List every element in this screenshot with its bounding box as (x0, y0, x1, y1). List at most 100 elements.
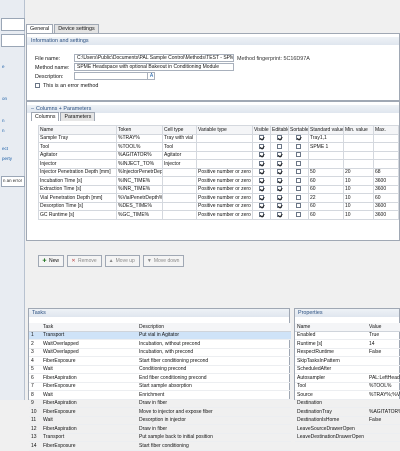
task-name-cell[interactable]: Transport (41, 433, 137, 442)
variable-type-cell[interactable]: Positive number or zero (196, 167, 253, 177)
editable-checkbox[interactable] (277, 177, 282, 183)
editable-checkbox[interactable] (277, 160, 282, 166)
cell-type-cell[interactable]: Tray with vial (162, 133, 197, 143)
table-row[interactable]: Vial Penetration Depth [mm] %VialPenetrDe… (38, 193, 399, 203)
move-down-button[interactable]: ▼ Move down (142, 255, 185, 267)
max-value-cell[interactable]: 3600 (373, 176, 399, 186)
max-value-cell[interactable] (373, 142, 399, 152)
cell-type-cell[interactable] (162, 167, 197, 177)
sortable-checkbox[interactable] (296, 169, 301, 175)
table-row[interactable]: Runtime [s] 14 (295, 339, 400, 349)
sortable-checkbox[interactable] (296, 203, 301, 209)
file-name-field[interactable]: C:\Users\Public\Documents\PAL Sample Con… (74, 54, 234, 62)
variable-type-cell[interactable] (196, 159, 253, 169)
property-value-cell[interactable]: %TOOL% (367, 382, 400, 391)
task-name-cell[interactable]: FiberExposure (41, 407, 137, 417)
sortable-checkbox[interactable] (296, 135, 301, 141)
task-name-cell[interactable]: FiberAspiration (41, 399, 137, 408)
table-row[interactable]: LeaveDestinationDrawerOpen (295, 433, 400, 442)
visible-checkbox[interactable] (259, 160, 264, 166)
standard-value-cell[interactable] (308, 159, 344, 169)
cell-type-cell[interactable] (162, 184, 197, 194)
sortable-checkbox[interactable] (296, 194, 301, 200)
task-name-cell[interactable]: WaitOverlapped (41, 348, 137, 357)
variable-type-cell[interactable]: Positive number or zero (196, 184, 253, 194)
column-name-cell[interactable]: Incubation Time [s] (38, 176, 117, 186)
cell-type-cell[interactable] (162, 176, 197, 186)
min-value-cell[interactable] (343, 159, 374, 169)
table-row[interactable]: ScheduledAfter (295, 365, 400, 374)
table-row[interactable]: 14 FiberExposure Start fiber conditioning (29, 441, 291, 451)
method-name-field[interactable]: SPME Headspace with optional Bakeout in … (74, 63, 234, 71)
column-name-cell[interactable]: Extraction Time [s] (38, 184, 117, 194)
min-value-cell[interactable]: 10 (343, 176, 374, 186)
max-value-cell[interactable]: 60 (373, 193, 399, 203)
cell-type-cell[interactable] (162, 210, 197, 220)
sortable-checkbox[interactable] (296, 177, 301, 183)
table-row[interactable]: Sample Tray %TRAY% Tray with vial Tray1,1 (38, 133, 399, 143)
max-value-cell[interactable] (373, 159, 399, 169)
standard-value-cell[interactable]: 22 (308, 193, 344, 203)
task-name-cell[interactable]: FiberExposure (41, 441, 137, 451)
new-button[interactable]: ✚ New (38, 255, 65, 267)
property-value-cell[interactable]: PAL:LeftHead (367, 373, 400, 383)
table-row[interactable]: 11 Wait Desorption in injector (29, 416, 291, 425)
tab-columns[interactable]: Columns (31, 112, 60, 121)
property-value-cell[interactable] (367, 365, 400, 374)
remove-button[interactable]: ✕ Remove (67, 255, 102, 267)
sortable-checkbox[interactable] (296, 211, 301, 217)
property-value-cell[interactable] (367, 356, 400, 366)
standard-value-cell[interactable]: 60 (308, 184, 344, 194)
visible-checkbox[interactable] (259, 143, 264, 149)
visible-checkbox[interactable] (259, 135, 264, 141)
tasks-column-header[interactable] (29, 323, 41, 332)
min-value-cell[interactable]: 10 (343, 184, 374, 194)
sortable-checkbox[interactable] (296, 186, 301, 192)
table-row[interactable]: 2 WaitOverlapped Incubation, without preco… (29, 339, 291, 349)
tasks-column-header[interactable]: Description (137, 323, 291, 332)
token-cell[interactable]: %DES_TIME% (116, 201, 163, 211)
properties-column-header[interactable]: Value (367, 323, 400, 332)
property-value-cell[interactable] (367, 399, 400, 408)
cell-type-cell[interactable]: Agitator (162, 150, 197, 160)
table-row[interactable]: 6 FiberAspiration End fiber conditioning p… (29, 373, 291, 383)
table-row[interactable]: Tool %TOOL% (295, 382, 400, 391)
task-name-cell[interactable]: FiberAspiration (41, 373, 137, 383)
editable-checkbox[interactable] (277, 152, 282, 158)
task-name-cell[interactable]: WaitOverlapped (41, 339, 137, 349)
property-value-cell[interactable]: 14 (367, 339, 400, 349)
visible-checkbox[interactable] (259, 194, 264, 200)
column-header[interactable]: Token (116, 125, 163, 135)
table-row[interactable]: Agitator %AGITATOR% Agitator (38, 150, 399, 160)
property-value-cell[interactable]: False (367, 416, 400, 425)
token-cell[interactable]: %AGITATOR% (116, 150, 163, 160)
standard-value-cell[interactable]: 50 (308, 167, 344, 177)
table-row[interactable]: 5 Wait Conditioning precond (29, 365, 291, 374)
task-description-cell[interactable]: Incubation, without precond (137, 339, 291, 349)
table-row[interactable]: 4 FiberExposure Start fiber conditioning p… (29, 356, 291, 366)
token-cell[interactable]: %VialPenetrDepth% (116, 193, 163, 203)
table-row[interactable]: 9 FiberAspiration Draw in fiber (29, 399, 291, 408)
max-value-cell[interactable]: 3600 (373, 184, 399, 194)
column-header[interactable]: Min. value (343, 125, 374, 135)
properties-column-header[interactable]: Name (295, 323, 367, 332)
column-name-cell[interactable]: Desorption Time [s] (38, 201, 117, 211)
editable-checkbox[interactable] (277, 211, 282, 217)
editable-checkbox[interactable] (277, 186, 282, 192)
task-name-cell[interactable]: FiberAspiration (41, 424, 137, 434)
error-method-checkbox[interactable] (35, 83, 40, 88)
left-panel-button[interactable] (1, 18, 25, 31)
standard-value-cell[interactable]: Tray1,1 (308, 133, 344, 143)
description-field[interactable] (74, 72, 155, 80)
table-row[interactable]: DestinationTray %AGITATOR% (295, 407, 400, 417)
table-row[interactable]: SkipTasksInPattern (295, 356, 400, 366)
column-header[interactable]: Variable type (196, 125, 253, 135)
standard-value-cell[interactable]: 60 (308, 176, 344, 186)
table-row[interactable]: 7 FiberExposure Start sample absorption (29, 382, 291, 391)
visible-checkbox[interactable] (259, 203, 264, 209)
table-row[interactable]: DestinationIsHome False (295, 416, 400, 425)
table-row[interactable]: GC Runtime [s] %GC_TIME% Positive number o… (38, 210, 399, 220)
token-cell[interactable]: %InjectorPenetrDepth% (116, 167, 163, 177)
editable-checkbox[interactable] (277, 169, 282, 175)
token-cell[interactable]: %TOOL% (116, 142, 163, 152)
